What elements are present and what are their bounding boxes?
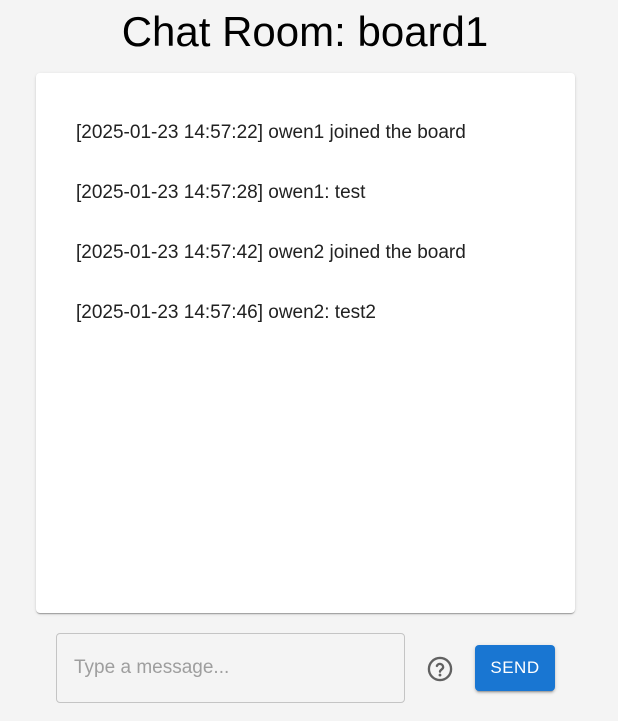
message-item: [2025-01-23 14:57:46] owen2: test2 xyxy=(76,302,377,323)
message-item: [2025-01-23 14:57:22] owen1 joined the b… xyxy=(76,122,466,143)
message-composer: SEND xyxy=(56,633,556,703)
message-input[interactable] xyxy=(56,633,405,703)
chat-room-page: Chat Room: board1 [2025-01-23 14:57:22] … xyxy=(0,0,618,721)
message-item: [2025-01-23 14:57:28] owen1: test xyxy=(76,182,366,203)
message-list[interactable]: [2025-01-23 14:57:22] owen1 joined the b… xyxy=(36,73,575,613)
page-title: Chat Room: board1 xyxy=(121,8,489,55)
send-button[interactable]: SEND xyxy=(475,645,555,691)
help-icon xyxy=(427,656,453,682)
help-button[interactable] xyxy=(426,655,454,683)
message-item: [2025-01-23 14:57:42] owen2 joined the b… xyxy=(76,242,466,263)
